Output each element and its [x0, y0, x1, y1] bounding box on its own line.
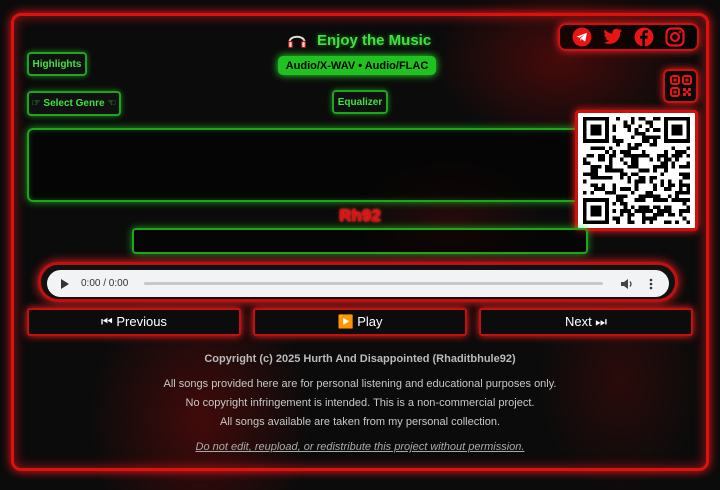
twitter-icon[interactable]	[603, 27, 623, 47]
disclaimer-line-2: No copyright infringement is intended. T…	[185, 397, 535, 409]
play-icon[interactable]	[57, 276, 73, 292]
seek-bar[interactable]	[144, 282, 603, 285]
player-time: 0:00 / 0:00	[81, 278, 129, 289]
select-genre-button[interactable]: ☞ Select Genre ☜	[27, 91, 121, 116]
instagram-icon[interactable]	[665, 27, 685, 47]
now-playing-display	[132, 228, 588, 254]
qr-code-toggle-button[interactable]	[663, 69, 698, 103]
audio-controls: 0:00 / 0:00	[47, 270, 669, 297]
more-options-icon[interactable]	[643, 276, 659, 292]
play-button[interactable]: ▶️ Play	[253, 308, 467, 336]
title-text: Enjoy the Music	[317, 31, 432, 49]
equalizer-button[interactable]: Equalizer	[332, 90, 388, 114]
disclaimer-line-3: All songs available are taken from my pe…	[219, 416, 501, 428]
copyright-text: Copyright (c) 2025 Hurth And Disappointe…	[204, 353, 516, 365]
next-button[interactable]: Next ⏭	[479, 308, 693, 336]
telegram-icon[interactable]	[572, 27, 592, 47]
qr-code-image	[575, 110, 698, 231]
disclaimer-line-1: All songs provided here are for personal…	[163, 378, 557, 390]
page-title: Enjoy the Music	[287, 30, 431, 50]
artist-tag: Rh92	[339, 206, 381, 225]
volume-icon[interactable]	[619, 276, 635, 292]
headphones-icon	[288, 35, 306, 49]
highlights-button[interactable]: Highlights	[27, 52, 87, 76]
facebook-icon[interactable]	[634, 27, 654, 47]
lyrics-display	[27, 128, 590, 202]
qr-icon	[669, 75, 692, 97]
format-badge: Audio/X-WAV • Audio/FLAC	[278, 56, 436, 75]
redistribution-warning: Do not edit, reupload, or redistribute t…	[195, 441, 525, 453]
previous-button[interactable]: ⏮ Previous	[27, 308, 241, 336]
audio-player: 0:00 / 0:00	[38, 262, 678, 302]
social-bar	[558, 23, 699, 51]
